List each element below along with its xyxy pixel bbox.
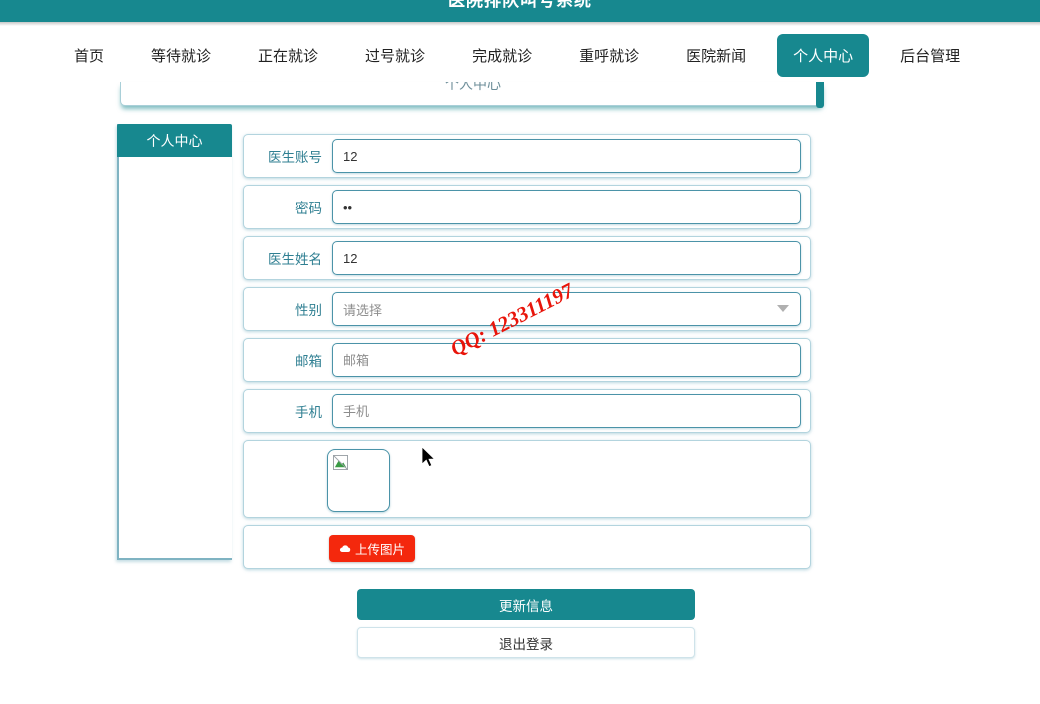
sidebar-panel xyxy=(117,124,232,560)
cloud-upload-icon xyxy=(339,544,351,552)
sidebar-item-label: 个人中心 xyxy=(146,132,203,149)
nav-item-5[interactable]: 重呼就诊 xyxy=(563,34,655,77)
nav-item-7[interactable]: 个人中心 xyxy=(777,33,870,77)
field-wrapper-4 xyxy=(332,343,801,377)
avatar-preview-row xyxy=(243,440,811,518)
field-label-3: 性别 xyxy=(295,303,322,318)
nav-item-8[interactable]: 后台管理 xyxy=(884,34,976,77)
field-label-5: 手机 xyxy=(295,405,322,420)
field-wrapper-5 xyxy=(332,394,801,428)
field-wrapper-0 xyxy=(332,139,801,173)
form-row-4: 邮箱 xyxy=(243,338,811,382)
field-input-2[interactable] xyxy=(332,241,801,275)
app-title: 医院排队叫号系统 xyxy=(448,0,592,10)
form-row-0: 医生账号 xyxy=(243,134,811,178)
field-wrapper-3: 请选择 xyxy=(332,292,801,326)
form-row-1: 密码 xyxy=(243,185,811,229)
panel-header-accent xyxy=(816,82,824,108)
field-input-4[interactable] xyxy=(332,343,801,377)
field-input-1[interactable] xyxy=(332,190,801,224)
avatar[interactable] xyxy=(327,449,390,512)
nav-item-2[interactable]: 正在就诊 xyxy=(242,34,334,77)
profile-form: 医生账号密码医生姓名性别请选择邮箱手机上传图片 xyxy=(243,134,811,576)
panel-header-title: 个人中心 xyxy=(445,82,501,92)
form-row-3: 性别 请选择 xyxy=(243,287,811,331)
upload-image-button[interactable]: 上传图片 xyxy=(329,535,416,562)
logout-button[interactable]: 退出登录 xyxy=(357,627,695,658)
field-input-5[interactable] xyxy=(332,394,801,428)
title-bar: 医院排队叫号系统 xyxy=(0,0,1040,22)
form-row-5: 手机 xyxy=(243,389,811,433)
panel-header-strip: 个人中心 xyxy=(120,82,824,106)
field-label-4: 邮箱 xyxy=(295,354,322,369)
field-input-0[interactable] xyxy=(332,139,801,173)
broken-image-icon xyxy=(333,455,348,470)
field-label-2: 医生姓名 xyxy=(268,252,322,267)
upload-row: 上传图片 xyxy=(243,525,811,569)
nav-item-6[interactable]: 医院新闻 xyxy=(670,34,762,77)
main-navigation: 首页 等待就诊 正在就诊 过号就诊 完成就诊 重呼就诊 医院新闻 个人中心 后台管理 xyxy=(0,26,1040,84)
field-wrapper-1 xyxy=(332,190,801,224)
field-label-0: 医生账号 xyxy=(268,150,322,165)
update-info-button[interactable]: 更新信息 xyxy=(357,589,695,620)
field-label-1: 密码 xyxy=(295,201,322,216)
nav-item-1[interactable]: 等待就诊 xyxy=(135,34,227,77)
sidebar-item-profile[interactable]: 个人中心 xyxy=(117,124,232,157)
form-row-2: 医生姓名 xyxy=(243,236,811,280)
nav-item-0[interactable]: 首页 xyxy=(58,34,120,77)
nav-item-3[interactable]: 过号就诊 xyxy=(349,34,441,77)
nav-item-4[interactable]: 完成就诊 xyxy=(456,34,548,77)
upload-image-label: 上传图片 xyxy=(355,543,406,557)
field-wrapper-2 xyxy=(332,241,801,275)
gender-select[interactable]: 请选择 xyxy=(332,292,801,326)
app-root: 医院排队叫号系统 首页 等待就诊 正在就诊 过号就诊 完成就诊 重呼就诊 医院新闻 个人中心后… xyxy=(0,0,1040,704)
